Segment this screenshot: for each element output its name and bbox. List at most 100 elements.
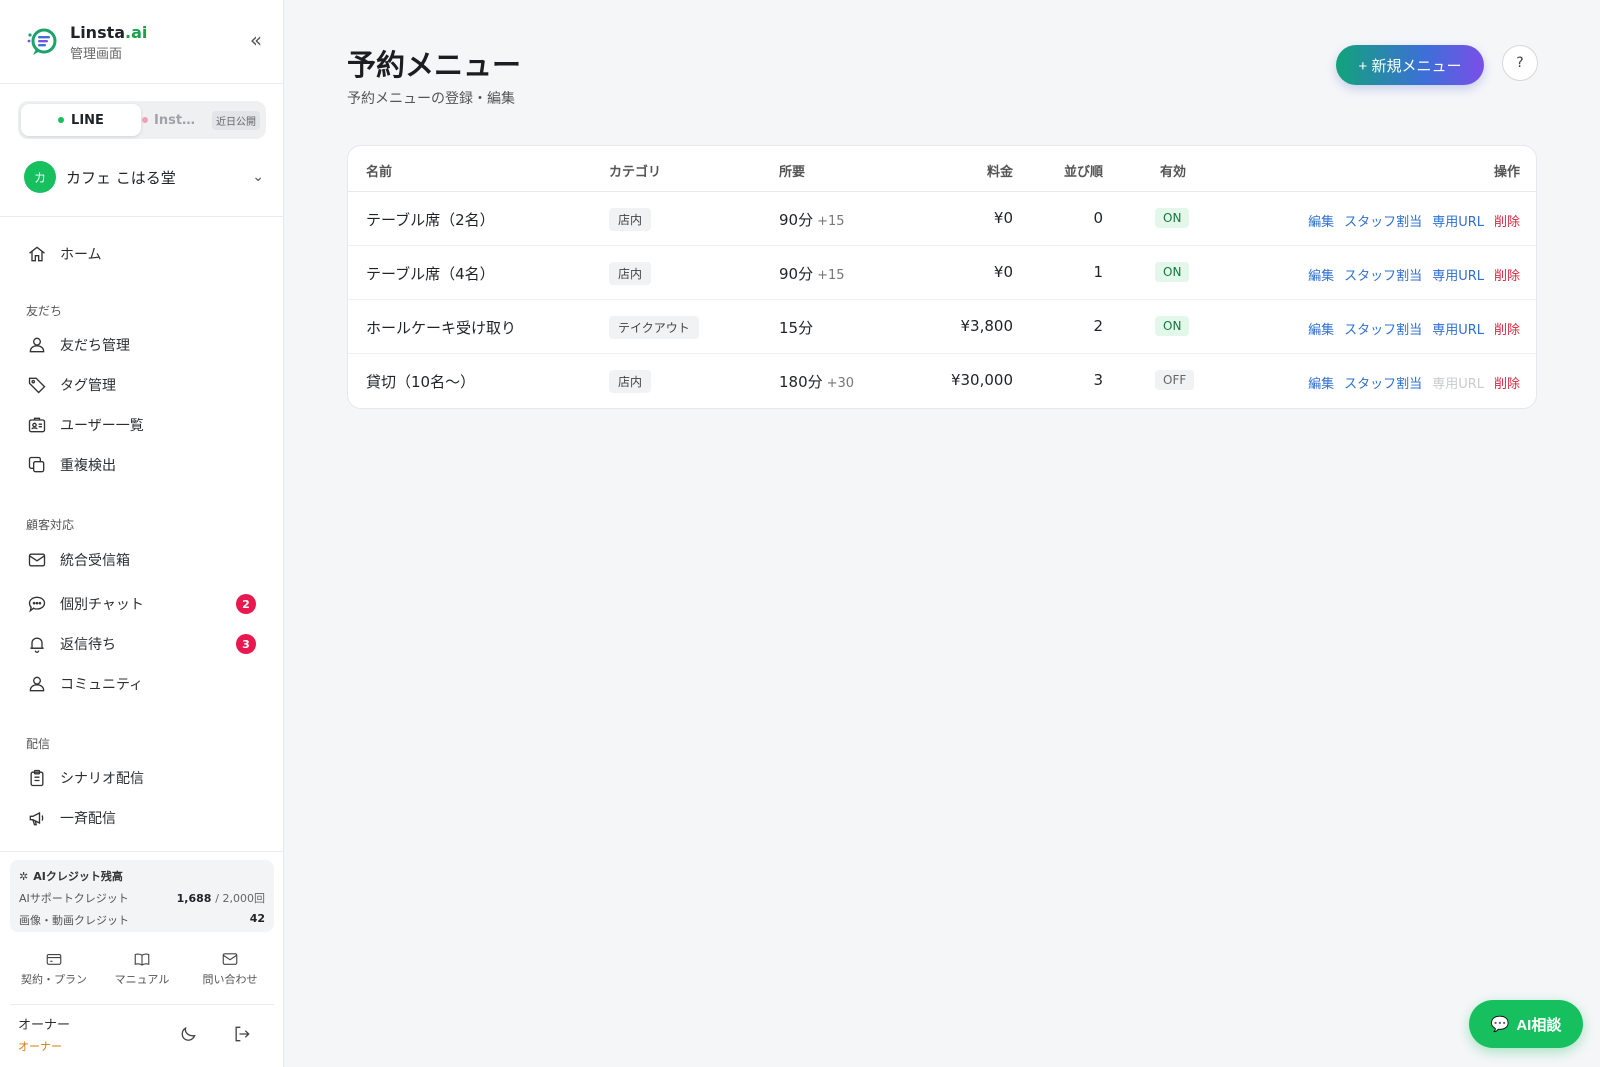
clipboard-icon	[26, 767, 48, 789]
sidebar-item-friends[interactable]: 友だち管理	[26, 331, 264, 359]
mail-icon	[26, 549, 48, 571]
sidebar-item-label: ホーム	[60, 247, 102, 263]
sort-order: 1	[1093, 263, 1103, 281]
tag-icon	[26, 374, 48, 396]
sidebar-item-label: 一斉配信	[60, 811, 116, 827]
sidebar-item-label: 個別チャット	[60, 597, 144, 613]
pending-badge: 3	[236, 634, 256, 654]
sidebar-item-label: シナリオ配信	[60, 771, 144, 787]
chat-icon	[26, 593, 48, 615]
footer-links: 契約・プラン マニュアル 問い合わせ	[10, 950, 274, 990]
manual-link-label: マニュアル	[114, 973, 170, 986]
credit-support-label: AIサポートクレジット	[19, 892, 129, 905]
logout-icon	[235, 1026, 250, 1042]
header-enabled: 有効	[1160, 165, 1187, 180]
delete-link[interactable]: 削除	[1494, 319, 1520, 338]
credits-title: AIクレジット残高	[33, 870, 123, 883]
sort-order: 0	[1093, 209, 1103, 227]
staff-assign-link[interactable]: スタッフ割当	[1344, 265, 1422, 284]
duration: 180分 +30	[779, 373, 855, 391]
nav-section-broadcast: 配信	[26, 737, 51, 751]
contact-link[interactable]: 問い合わせ	[186, 950, 274, 990]
plan-link-label: 契約・プラン	[21, 973, 87, 986]
credit-card-icon	[46, 953, 62, 965]
ai-consult-button[interactable]: 💬 AI相談	[1469, 1000, 1583, 1048]
chat-bubble-icon: 💬	[1490, 1016, 1510, 1033]
sidebar-item-community[interactable]: コミュニティ	[26, 670, 264, 698]
ai-consult-label: AI相談	[1516, 1016, 1562, 1034]
sort-order: 2	[1093, 317, 1103, 335]
row-actions: 編集 スタッフ割当 専用URL 削除	[1298, 319, 1520, 338]
id-card-icon	[26, 414, 48, 436]
sparkle-icon: ✲	[19, 869, 29, 883]
price: ¥3,800	[960, 317, 1014, 335]
copy-icon	[26, 454, 48, 476]
status-badge: OFF	[1155, 370, 1195, 390]
sidebar-item-scenario[interactable]: シナリオ配信	[26, 764, 264, 792]
plan-link[interactable]: 契約・プラン	[10, 950, 98, 990]
table-header: 名前 カテゴリ 所要 料金 並び順 有効 操作	[348, 146, 1536, 192]
divider	[0, 851, 284, 852]
header-actions: 操作	[1493, 165, 1520, 180]
brand[interactable]: Linsta.ai 管理画面	[26, 20, 147, 64]
staff-assign-link[interactable]: スタッフ割当	[1344, 373, 1422, 392]
category-chip: テイクアウト	[609, 316, 699, 339]
credit-media-label: 画像・動画クレジット	[19, 914, 129, 927]
edit-link[interactable]: 編集	[1308, 265, 1334, 284]
moon-icon	[181, 1026, 196, 1041]
channel-tab-instagram[interactable]: Inst…	[142, 104, 212, 136]
category-chip: 店内	[609, 370, 652, 393]
sidebar: Linsta.ai 管理画面 « LINE Inst… 近日公開 カ カフェ こ…	[0, 0, 284, 1067]
channel-line-label: LINE	[71, 112, 104, 128]
megaphone-icon	[26, 807, 48, 829]
account-selector[interactable]: カ カフェ こはる堂 ⌄	[24, 160, 264, 194]
channel-tab-line[interactable]: LINE	[21, 104, 141, 136]
new-menu-button[interactable]: + 新規メニュー	[1336, 45, 1484, 85]
table-row: テーブル席（2名） 店内 90分 +15 ¥0 0 ON 編集 スタッフ割当 専用…	[348, 192, 1536, 246]
dedicated-url-link[interactable]: 専用URL	[1432, 319, 1484, 338]
staff-assign-link[interactable]: スタッフ割当	[1344, 319, 1422, 338]
category-chip: 店内	[609, 262, 652, 285]
menu-name: テーブル席（4名）	[366, 265, 495, 283]
table-row: テーブル席（4名） 店内 90分 +15 ¥0 1 ON 編集 スタッフ割当 専用…	[348, 246, 1536, 300]
divider	[10, 1004, 274, 1005]
channel-instagram-label: Inst…	[154, 112, 196, 128]
sidebar-item-label: ユーザー一覧	[60, 418, 144, 434]
credit-row-support: AIサポートクレジット 1,688 / 2,000回	[19, 890, 265, 906]
sidebar-item-chat[interactable]: 個別チャット 2	[26, 590, 264, 618]
header-price: 料金	[986, 165, 1013, 180]
collapse-sidebar-icon[interactable]: «	[244, 28, 268, 52]
dedicated-url-link-disabled: 専用URL	[1432, 377, 1484, 392]
logout-button[interactable]	[232, 1024, 256, 1048]
table-row: ホールケーキ受け取り テイクアウト 15分 ¥3,800 2 ON 編集 スタッ…	[348, 300, 1536, 354]
dedicated-url-link[interactable]: 専用URL	[1432, 265, 1484, 284]
help-icon[interactable]: ?	[1502, 45, 1538, 81]
contact-link-label: 問い合わせ	[202, 973, 258, 986]
duration: 15分	[779, 319, 814, 337]
delete-link[interactable]: 削除	[1494, 211, 1520, 230]
credit-media-value: 42	[249, 912, 265, 925]
sidebar-item-user-list[interactable]: ユーザー一覧	[26, 411, 264, 439]
dedicated-url-link[interactable]: 専用URL	[1432, 211, 1484, 230]
staff-assign-link[interactable]: スタッフ割当	[1344, 211, 1422, 230]
brand-name: Linsta.ai	[70, 22, 148, 42]
edit-link[interactable]: 編集	[1308, 211, 1334, 230]
manual-link[interactable]: マニュアル	[98, 950, 186, 990]
sidebar-item-duplicates[interactable]: 重複検出	[26, 451, 264, 479]
price: ¥30,000	[950, 371, 1013, 389]
coming-soon-badge: 近日公開	[212, 111, 260, 130]
sidebar-item-awaiting-reply[interactable]: 返信待ち 3	[26, 630, 264, 658]
dark-mode-toggle[interactable]	[178, 1024, 202, 1048]
brand-subtitle: 管理画面	[70, 46, 123, 62]
divider	[0, 83, 284, 84]
sidebar-item-tags[interactable]: タグ管理	[26, 371, 264, 399]
edit-link[interactable]: 編集	[1308, 319, 1334, 338]
delete-link[interactable]: 削除	[1494, 265, 1520, 284]
edit-link[interactable]: 編集	[1308, 373, 1334, 392]
sidebar-item-label: 統合受信箱	[60, 553, 130, 569]
sidebar-item-inbox[interactable]: 統合受信箱	[26, 546, 264, 574]
delete-link[interactable]: 削除	[1494, 373, 1520, 392]
reservation-menu-table: 名前 カテゴリ 所要 料金 並び順 有効 操作 テーブル席（2名） 店内 90分…	[347, 145, 1537, 409]
sidebar-item-home[interactable]: ホーム	[26, 240, 264, 268]
sidebar-item-broadcast[interactable]: 一斉配信	[26, 804, 264, 832]
